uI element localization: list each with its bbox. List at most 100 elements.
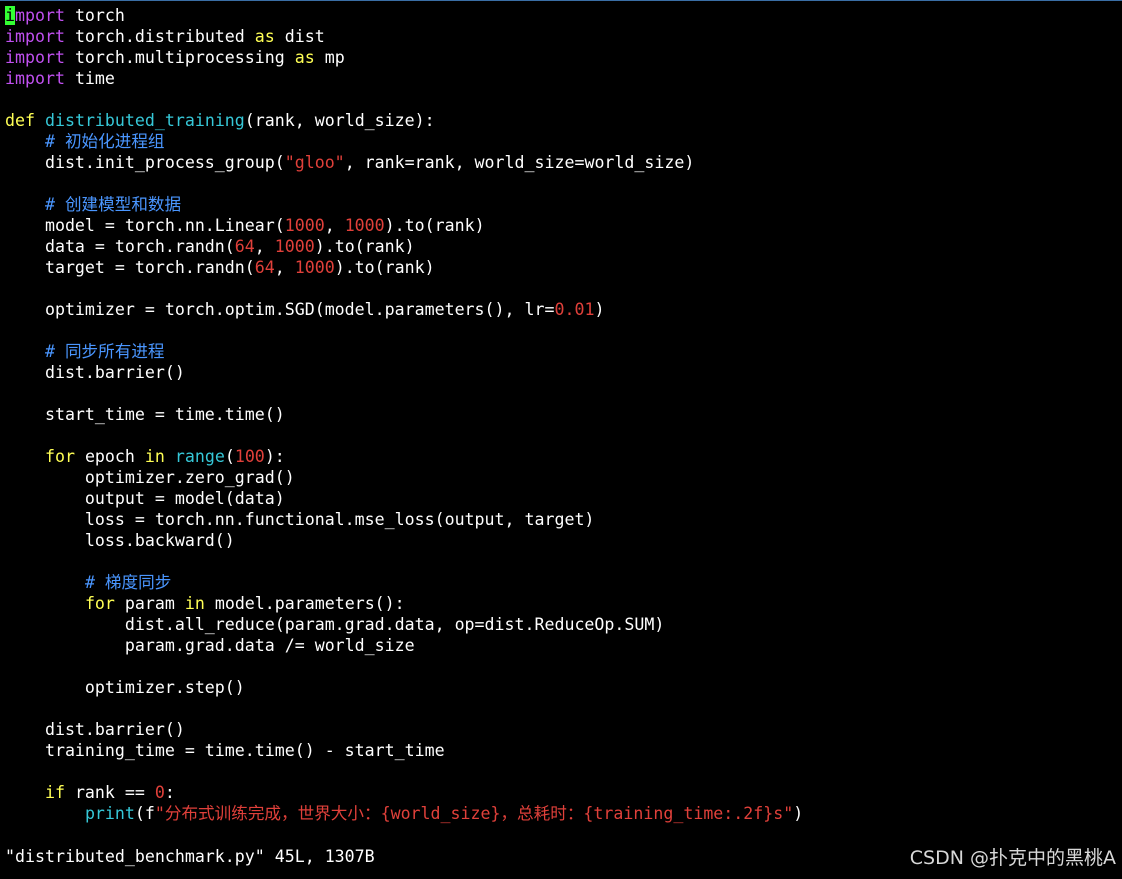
text-cursor: i bbox=[5, 6, 15, 25]
code-editor[interactable]: import torch import torch.distributed as … bbox=[5, 5, 1122, 824]
code-line[interactable]: loss.backward() bbox=[5, 530, 1122, 551]
code-token: ): bbox=[264, 447, 285, 466]
code-line[interactable]: # 梯度同步 bbox=[5, 572, 1122, 593]
code-line[interactable]: import time bbox=[5, 68, 1122, 89]
code-line[interactable]: if rank == 0: bbox=[5, 782, 1122, 803]
code-token: param.grad.data /= world_size bbox=[5, 636, 415, 655]
code-token: range bbox=[174, 447, 225, 466]
code-line[interactable] bbox=[5, 425, 1122, 446]
code-token: data = torch.randn( bbox=[5, 237, 235, 256]
code-token: dist.all_reduce(param.grad.data, op=dist… bbox=[5, 615, 665, 634]
code-line[interactable]: optimizer.zero_grad() bbox=[5, 467, 1122, 488]
code-token: if bbox=[44, 783, 65, 802]
code-token: (f bbox=[134, 804, 155, 823]
code-line[interactable]: target = torch.randn(64, 1000).to(rank) bbox=[5, 257, 1122, 278]
code-line[interactable]: optimizer.step() bbox=[5, 677, 1122, 698]
code-token: ).to(rank) bbox=[384, 216, 485, 235]
code-token: loss = torch.nn.functional.mse_loss(outp… bbox=[5, 510, 595, 529]
code-token: 1000 bbox=[344, 216, 385, 235]
window-top-border bbox=[0, 0, 1122, 1]
code-line[interactable]: model = torch.nn.Linear(1000, 1000).to(r… bbox=[5, 215, 1122, 236]
code-line[interactable]: # 创建模型和数据 bbox=[5, 194, 1122, 215]
code-token: torch.distributed bbox=[64, 27, 255, 46]
code-token: 64 bbox=[234, 237, 255, 256]
code-token: 1000 bbox=[294, 258, 335, 277]
code-line[interactable] bbox=[5, 320, 1122, 341]
code-line[interactable] bbox=[5, 278, 1122, 299]
code-token: rank == bbox=[64, 783, 155, 802]
code-token: in bbox=[144, 447, 165, 466]
code-token: "分布式训练完成，世界大小：{world_size}，总耗时：{training… bbox=[154, 804, 794, 823]
code-token: 1000 bbox=[284, 216, 325, 235]
code-token: as bbox=[254, 27, 275, 46]
code-line[interactable]: print(f"分布式训练完成，世界大小：{world_size}，总耗时：{t… bbox=[5, 803, 1122, 824]
code-token: import bbox=[5, 69, 65, 88]
code-token: def bbox=[5, 111, 35, 130]
code-line[interactable]: # 同步所有进程 bbox=[5, 341, 1122, 362]
code-token: distributed_training bbox=[44, 111, 245, 130]
code-token: mp bbox=[314, 48, 345, 67]
code-token: epoch bbox=[74, 447, 145, 466]
code-token: model = torch.nn.Linear( bbox=[5, 216, 285, 235]
csdn-watermark: CSDN @扑克中的黑桃A bbox=[909, 847, 1116, 869]
code-line[interactable]: loss = torch.nn.functional.mse_loss(outp… bbox=[5, 509, 1122, 530]
code-token: time bbox=[64, 69, 115, 88]
code-token: torch.multiprocessing bbox=[64, 48, 295, 67]
code-line[interactable] bbox=[5, 383, 1122, 404]
code-token: ( bbox=[224, 447, 235, 466]
code-token: , bbox=[324, 216, 345, 235]
code-line[interactable]: data = torch.randn(64, 1000).to(rank) bbox=[5, 236, 1122, 257]
code-line[interactable]: def distributed_training(rank, world_siz… bbox=[5, 110, 1122, 131]
code-line[interactable] bbox=[5, 656, 1122, 677]
code-token: in bbox=[184, 594, 205, 613]
code-line[interactable]: import torch.multiprocessing as mp bbox=[5, 47, 1122, 68]
code-line[interactable]: dist.init_process_group("gloo", rank=ran… bbox=[5, 152, 1122, 173]
code-line[interactable]: param.grad.data /= world_size bbox=[5, 635, 1122, 656]
code-line[interactable]: dist.all_reduce(param.grad.data, op=dist… bbox=[5, 614, 1122, 635]
code-token: 0.01 bbox=[554, 300, 595, 319]
code-token: dist bbox=[274, 27, 325, 46]
code-line[interactable]: training_time = time.time() - start_time bbox=[5, 740, 1122, 761]
code-token: # 同步所有进程 bbox=[44, 342, 165, 361]
code-token: "gloo" bbox=[284, 153, 345, 172]
code-line[interactable]: start_time = time.time() bbox=[5, 404, 1122, 425]
code-token: # 创建模型和数据 bbox=[44, 195, 182, 214]
code-line[interactable]: output = model(data) bbox=[5, 488, 1122, 509]
code-token: target = torch.randn( bbox=[5, 258, 255, 277]
code-token: mport bbox=[15, 6, 65, 25]
code-token: , bbox=[254, 237, 275, 256]
code-line[interactable] bbox=[5, 89, 1122, 110]
code-token: : bbox=[164, 783, 175, 802]
code-token: dist.barrier() bbox=[5, 363, 185, 382]
code-line[interactable]: dist.barrier() bbox=[5, 719, 1122, 740]
code-line[interactable]: dist.barrier() bbox=[5, 362, 1122, 383]
code-token: ).to(rank) bbox=[334, 258, 435, 277]
code-token: ).to(rank) bbox=[314, 237, 415, 256]
code-token: loss.backward() bbox=[5, 531, 235, 550]
code-line[interactable]: for epoch in range(100): bbox=[5, 446, 1122, 467]
code-line[interactable]: # 初始化进程组 bbox=[5, 131, 1122, 152]
code-line[interactable]: import torch bbox=[5, 5, 1122, 26]
code-line[interactable] bbox=[5, 761, 1122, 782]
code-token: dist.init_process_group( bbox=[5, 153, 285, 172]
code-token: 0 bbox=[154, 783, 165, 802]
code-token: optimizer = torch.optim.SGD(model.parame… bbox=[5, 300, 555, 319]
code-line[interactable] bbox=[5, 173, 1122, 194]
code-line[interactable]: optimizer = torch.optim.SGD(model.parame… bbox=[5, 299, 1122, 320]
code-token: training_time = time.time() - start_time bbox=[5, 741, 445, 760]
code-token: ) bbox=[793, 804, 804, 823]
code-token: print bbox=[84, 804, 135, 823]
code-line[interactable] bbox=[5, 551, 1122, 572]
code-line[interactable]: import torch.distributed as dist bbox=[5, 26, 1122, 47]
code-token: output = model(data) bbox=[5, 489, 285, 508]
code-token: dist.barrier() bbox=[5, 720, 185, 739]
code-token: (rank, world_size): bbox=[244, 111, 435, 130]
code-token: import bbox=[5, 48, 65, 67]
code-line[interactable] bbox=[5, 698, 1122, 719]
code-line[interactable]: for param in model.parameters(): bbox=[5, 593, 1122, 614]
